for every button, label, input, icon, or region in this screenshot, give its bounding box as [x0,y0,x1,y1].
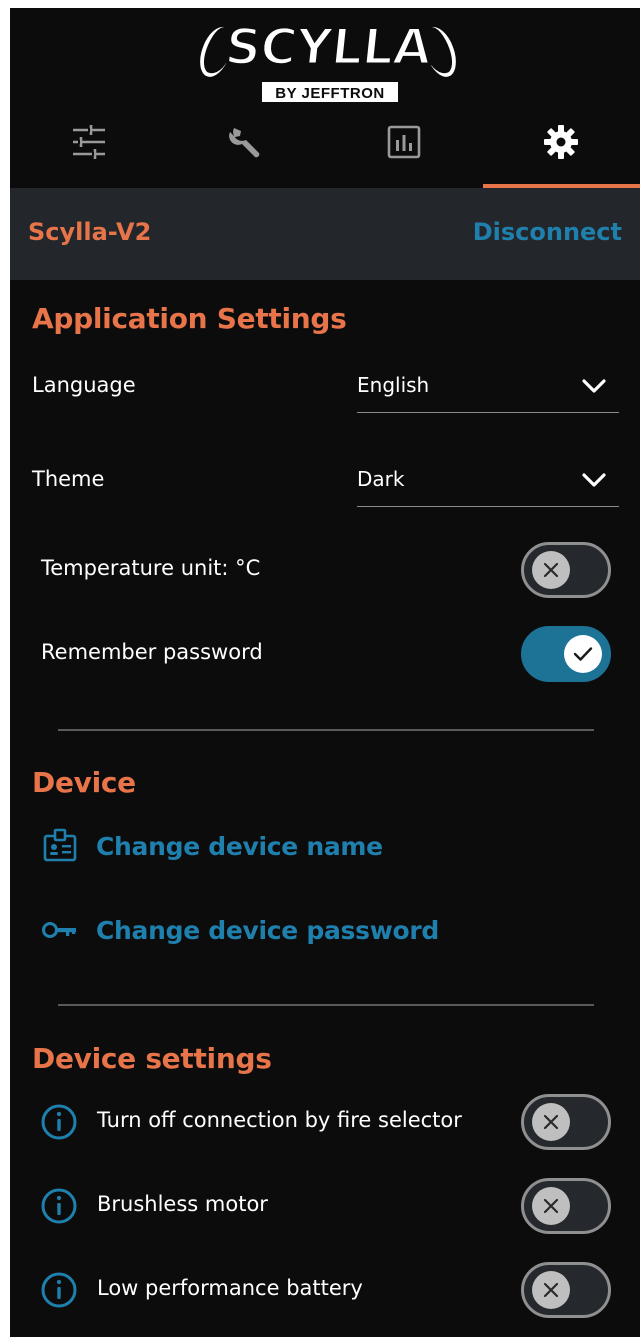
toggle-knob [564,635,602,673]
info-icon[interactable] [40,1187,78,1225]
scylla-logo: SCYLLA BY JEFFTRON [193,17,463,108]
chevron-down-icon [582,379,606,393]
low-performance-battery-label: Low performance battery [97,1276,363,1300]
temperature-unit-toggle[interactable] [521,542,611,598]
tab-tuning[interactable] [10,108,168,188]
device-bar: Scylla-V2 Disconnect [10,188,640,280]
sliders-icon [72,125,105,159]
settings-screen: SCYLLA BY JEFFTRON Scylla-V2 Disconnect … [10,8,640,1337]
section-title-device: Device [32,766,136,799]
fire-selector-toggle[interactable] [521,1094,611,1150]
tab-tools[interactable] [168,108,326,188]
info-icon[interactable] [40,1271,78,1309]
info-icon[interactable] [40,1103,78,1141]
tab-statistics[interactable] [325,108,483,188]
tab-settings[interactable] [482,108,641,188]
toggle-knob [532,1271,570,1309]
brushless-motor-toggle[interactable] [521,1178,611,1234]
remember-password-toggle[interactable] [521,626,611,682]
check-icon [573,647,593,661]
fire-selector-label: Turn off connection by fire selector [97,1108,462,1132]
toggle-knob [532,551,570,589]
tab-bar [10,108,640,188]
change-device-name-label: Change device name [96,831,383,861]
divider [58,729,594,731]
change-device-password-label: Change device password [96,915,439,945]
divider [58,1004,594,1006]
logo-subtitle: BY JEFFTRON [260,80,400,104]
brushless-motor-label: Brushless motor [97,1192,268,1216]
device-name: Scylla-V2 [28,218,152,246]
chart-icon [387,125,421,159]
low-performance-battery-toggle[interactable] [521,1262,611,1318]
section-title-device-settings: Device settings [32,1042,272,1075]
language-label: Language [32,373,136,397]
toggle-knob [532,1103,570,1141]
header: SCYLLA BY JEFFTRON [10,8,640,108]
close-icon [543,1198,559,1214]
temperature-unit-label: Temperature unit: °C [41,556,261,580]
section-title-application-settings: Application Settings [32,302,347,335]
theme-value: Dark [357,467,405,491]
theme-label: Theme [32,467,105,491]
wrench-icon [229,128,260,158]
theme-select[interactable]: Dark [357,459,619,507]
toggle-knob [532,1187,570,1225]
remember-password-label: Remember password [41,640,263,664]
language-select[interactable]: English [357,365,619,413]
change-device-name-link[interactable]: Change device name [40,826,383,866]
close-icon [543,1282,559,1298]
close-icon [543,562,559,578]
close-icon [543,1114,559,1130]
change-device-password-link[interactable]: Change device password [40,910,439,950]
language-value: English [357,373,430,397]
disconnect-button[interactable]: Disconnect [473,218,622,246]
badge-icon [40,826,80,866]
gear-icon [544,125,579,159]
key-icon [40,910,80,950]
chevron-down-icon [582,473,606,487]
logo-wordmark: SCYLLA [221,17,435,78]
